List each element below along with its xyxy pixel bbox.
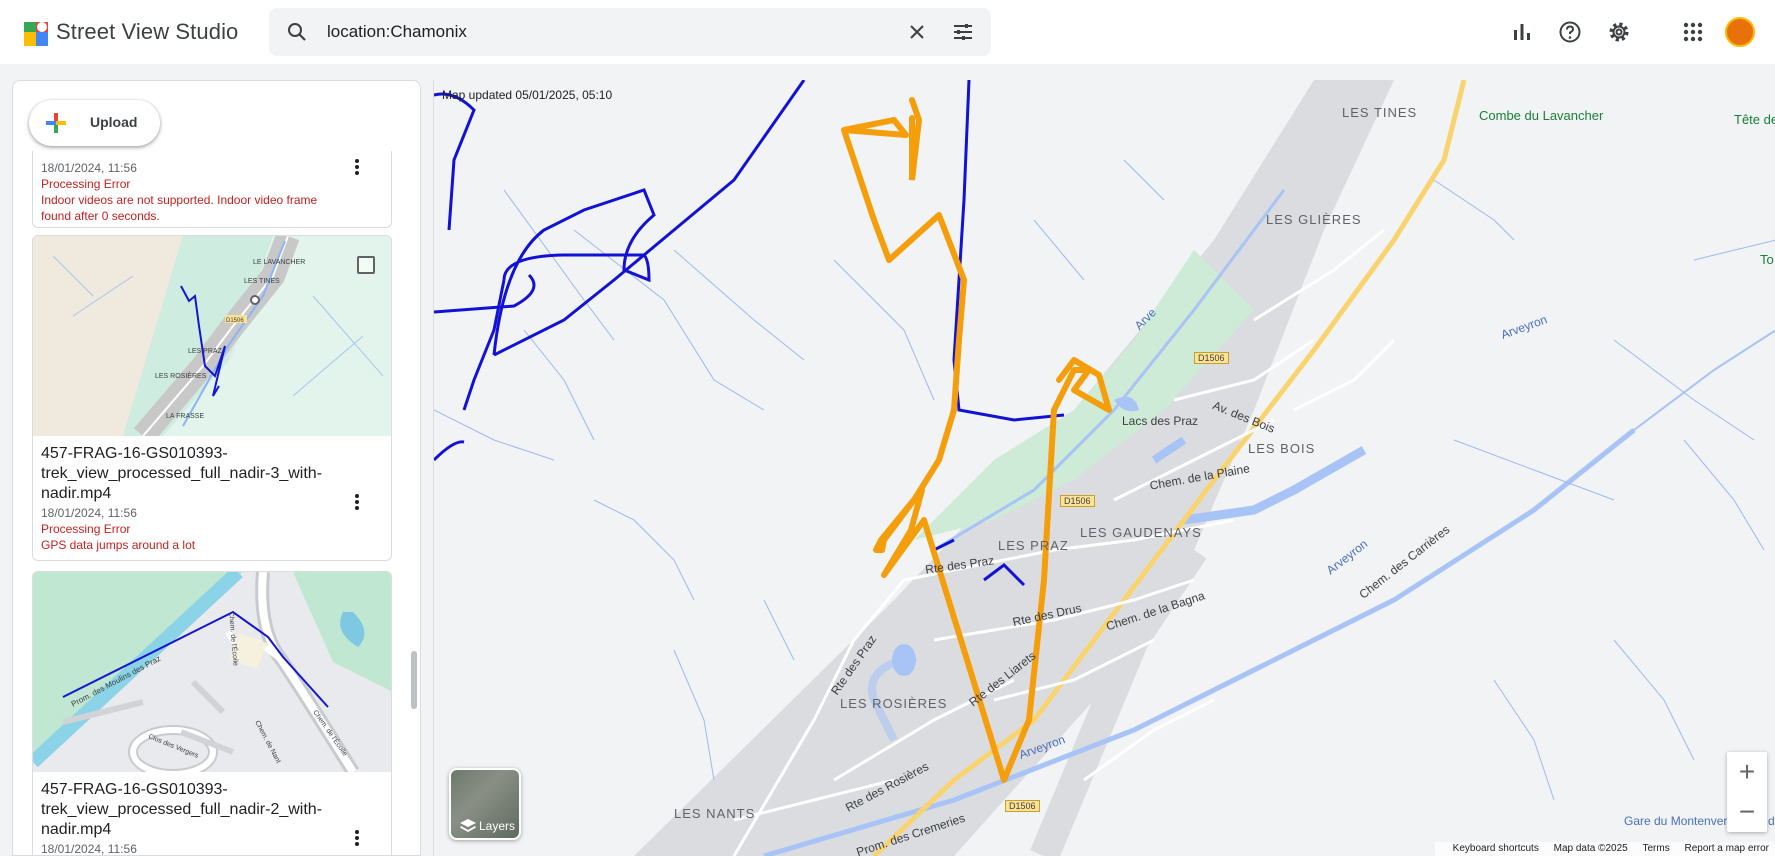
upload-date: 18/01/2024, 11:56 bbox=[41, 506, 137, 520]
upload-date: 18/01/2024, 11:56 bbox=[41, 161, 137, 175]
map-place-label: To bbox=[1760, 252, 1774, 267]
map-place-label: LES PRAZ bbox=[998, 538, 1069, 553]
layers-label: Layers bbox=[479, 819, 516, 833]
search-icon[interactable] bbox=[285, 20, 309, 44]
app-title: Street View Studio bbox=[56, 19, 239, 44]
map-place-label: LES BOIS bbox=[1248, 441, 1316, 456]
upload-label: Upload bbox=[90, 114, 138, 130]
zoom-in-button[interactable]: + bbox=[1727, 752, 1767, 792]
street-view-studio-logo-icon bbox=[24, 22, 48, 46]
map-place-label: LES ROSIÈRES bbox=[840, 696, 948, 711]
map-thumbnail[interactable]: Prom. des Moulins des Praz Clos des Verg… bbox=[33, 572, 392, 772]
map-place-label: LES GLIÈRES bbox=[1266, 212, 1362, 227]
upload-date: 18/01/2024, 11:56 bbox=[41, 842, 137, 856]
layers-button[interactable]: Layers bbox=[449, 768, 521, 840]
app-header: Street View Studio location:Chamonix bbox=[0, 0, 1775, 64]
help-icon[interactable] bbox=[1557, 19, 1583, 45]
upload-error-message: Indoor videos are not supported. Indoor … bbox=[41, 193, 318, 223]
uploads-panel: Upload 18/01/2024, 11:56 Processing Erro… bbox=[12, 80, 421, 856]
settings-gear-icon[interactable] bbox=[1606, 19, 1632, 45]
map-place-label: LES NANTS bbox=[674, 806, 756, 821]
thumb-label: LES PRAZ bbox=[188, 348, 223, 355]
map-thumbnail[interactable]: D1506 LE LAVANCHER LES TINES LES PRAZ LE… bbox=[33, 236, 392, 436]
upload-status: Processing Error bbox=[41, 522, 131, 536]
bar-chart-icon[interactable] bbox=[1509, 19, 1535, 45]
map-attribution: Keyboard shortcuts Map data ©2025 Terms … bbox=[1434, 842, 1775, 856]
thumb-label: LE LAVANCHER bbox=[253, 259, 305, 266]
upload-filename: 457-FRAG-16-GS010393-trek_view_processed… bbox=[41, 445, 323, 502]
list-scrollbar[interactable] bbox=[411, 651, 417, 709]
map-place-label: LES TINES bbox=[1342, 105, 1418, 120]
search-bar[interactable]: location:Chamonix bbox=[269, 8, 991, 56]
more-options-icon[interactable] bbox=[349, 157, 365, 177]
map-place-label: LES GAUDENAYS bbox=[1080, 525, 1202, 540]
map-place-label: Combe du Lavancher bbox=[1479, 108, 1604, 123]
more-options-icon[interactable] bbox=[349, 828, 365, 848]
thumb-label: LES TINES bbox=[244, 278, 280, 285]
road-number-tag: D1506 bbox=[1194, 352, 1229, 364]
apps-grid-icon[interactable] bbox=[1680, 19, 1706, 45]
zoom-out-button[interactable]: − bbox=[1727, 792, 1767, 832]
account-avatar[interactable] bbox=[1725, 17, 1755, 47]
map-updated-label: Map updated 05/01/2025, 05:10 bbox=[442, 88, 613, 102]
thumb-label: LES ROSIÈRES bbox=[155, 371, 207, 380]
road-number-tag: D1506 bbox=[1060, 495, 1095, 507]
keyboard-shortcuts-link[interactable]: Keyboard shortcuts bbox=[1453, 843, 1539, 854]
thumb-label: LA FRASSE bbox=[166, 413, 204, 420]
upload-card[interactable]: 18/01/2024, 11:56 Processing Error Indoo… bbox=[32, 151, 392, 228]
uploads-list[interactable]: 18/01/2024, 11:56 Processing Error Indoo… bbox=[13, 151, 420, 856]
tune-icon[interactable] bbox=[951, 20, 975, 44]
map-place-label: Lacs des Praz bbox=[1122, 414, 1199, 428]
upload-button[interactable]: Upload bbox=[29, 100, 160, 146]
map-data-label: Map data ©2025 bbox=[1553, 843, 1628, 854]
upload-error-message: GPS data jumps around a lot bbox=[41, 538, 196, 552]
clear-icon[interactable] bbox=[905, 20, 929, 44]
terms-link[interactable]: Terms bbox=[1643, 843, 1670, 854]
upload-filename: 457-FRAG-16-GS010393-trek_view_processed… bbox=[41, 781, 323, 838]
map-view[interactable]: Map updated 05/01/2025, 05:10 LES TINES … bbox=[433, 80, 1775, 856]
thumb-road-tag: D1506 bbox=[226, 318, 244, 324]
upload-card[interactable]: Prom. des Moulins des Praz Clos des Verg… bbox=[32, 571, 392, 856]
plus-icon bbox=[46, 113, 66, 133]
layers-icon bbox=[460, 819, 476, 832]
road-number-tag: D1506 bbox=[1005, 800, 1040, 812]
zoom-controls: + − bbox=[1727, 752, 1767, 832]
more-options-icon[interactable] bbox=[349, 492, 365, 512]
upload-card[interactable]: D1506 LE LAVANCHER LES TINES LES PRAZ LE… bbox=[32, 235, 392, 561]
upload-status: Processing Error bbox=[41, 177, 131, 191]
map-place-label: Tête de Prapato bbox=[1734, 112, 1775, 127]
map-canvas[interactable] bbox=[434, 80, 1775, 856]
search-input[interactable]: location:Chamonix bbox=[327, 22, 467, 42]
select-checkbox[interactable] bbox=[357, 256, 375, 274]
report-map-error-link[interactable]: Report a map error bbox=[1685, 843, 1769, 854]
